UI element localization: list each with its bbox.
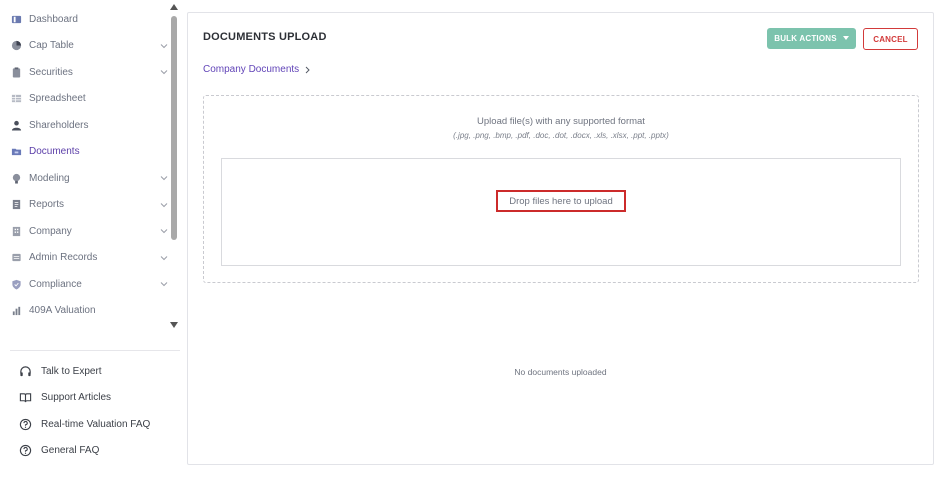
question-circle-icon <box>18 444 32 458</box>
chevron-right-icon <box>304 66 311 74</box>
sidebar-item-label: Reports <box>29 199 65 211</box>
file-drop-area[interactable]: Drop files here to upload <box>221 158 901 266</box>
sidebar-item-label: Securities <box>29 66 73 78</box>
book-icon <box>18 391 32 405</box>
help-item-label: Support Articles <box>41 392 112 404</box>
sidebar-item-label: Spreadsheet <box>29 93 86 105</box>
breadcrumb[interactable]: Company Documents <box>203 64 311 75</box>
empty-state-message: No documents uploaded <box>514 367 607 377</box>
help-item-label: Real-time Valuation FAQ <box>41 418 151 430</box>
chevron-down-icon[interactable] <box>160 42 168 50</box>
bulk-actions-label: BULK ACTIONS <box>774 34 837 43</box>
sidebar-nav: Dashboard Cap Table Securities Spreadshe… <box>0 6 172 324</box>
chevron-down-icon[interactable] <box>160 227 168 235</box>
sidebar-divider <box>10 350 180 351</box>
help-item-support-articles[interactable]: Support Articles <box>18 385 150 412</box>
scroll-down-arrow-icon[interactable] <box>170 322 178 328</box>
documents-upload-panel: DOCUMENTS UPLOAD BULK ACTIONS CANCEL Com… <box>187 12 934 465</box>
admin-records-icon <box>10 252 22 264</box>
sidebar-item-label: Documents <box>29 146 80 158</box>
sidebar-item-label: Shareholders <box>29 119 89 131</box>
user-icon <box>10 119 22 131</box>
page-title: DOCUMENTS UPLOAD <box>203 31 327 43</box>
chevron-down-icon[interactable] <box>160 68 168 76</box>
pie-chart-icon <box>10 40 22 52</box>
sidebar-item-label: Cap Table <box>29 40 74 52</box>
lightbulb-icon <box>10 172 22 184</box>
sidebar-item-admin-records[interactable]: Admin Records <box>0 245 172 272</box>
sidebar-item-securities[interactable]: Securities <box>0 59 172 86</box>
sidebar-item-label: 409A Valuation <box>29 305 96 317</box>
help-item-general-faq[interactable]: General FAQ <box>18 438 150 465</box>
scroll-up-arrow-icon[interactable] <box>170 4 178 10</box>
sidebar-item-reports[interactable]: Reports <box>0 192 172 219</box>
cancel-button[interactable]: CANCEL <box>863 28 918 50</box>
drop-files-label: Drop files here to upload <box>496 190 626 212</box>
sidebar-item-documents[interactable]: Documents <box>0 139 172 166</box>
sidebar-item-label: Dashboard <box>29 13 78 25</box>
sidebar-item-dashboard[interactable]: Dashboard <box>0 6 172 33</box>
folder-icon <box>10 146 22 158</box>
chevron-down-icon[interactable] <box>160 254 168 262</box>
chevron-down-icon[interactable] <box>160 201 168 209</box>
sidebar-item-company[interactable]: Company <box>0 218 172 245</box>
help-item-label: General FAQ <box>41 445 100 457</box>
sidebar-item-shareholders[interactable]: Shareholders <box>0 112 172 139</box>
help-item-talk-to-expert[interactable]: Talk to Expert <box>18 358 150 385</box>
upload-zone: Upload file(s) with any supported format… <box>203 95 919 283</box>
clipboard-icon <box>10 66 22 78</box>
headphones-icon <box>18 364 32 378</box>
report-icon <box>10 199 22 211</box>
bulk-actions-button[interactable]: BULK ACTIONS <box>767 28 856 49</box>
sidebar-item-409a-valuation[interactable]: 409A Valuation <box>0 298 172 325</box>
chevron-down-icon[interactable] <box>160 280 168 288</box>
shield-icon <box>10 278 22 290</box>
breadcrumb-company-documents[interactable]: Company Documents <box>203 64 299 75</box>
help-item-real-time-valuation-faq[interactable]: Real-time Valuation FAQ <box>18 411 150 438</box>
sidebar-scrollbar[interactable] <box>170 4 178 328</box>
sidebar-item-cap-table[interactable]: Cap Table <box>0 33 172 60</box>
chevron-down-icon[interactable] <box>160 174 168 182</box>
sidebar-item-spreadsheet[interactable]: Spreadsheet <box>0 86 172 113</box>
sidebar: Dashboard Cap Table Securities Spreadshe… <box>0 0 182 478</box>
building-icon <box>10 225 22 237</box>
sidebar-item-label: Modeling <box>29 172 70 184</box>
sidebar-item-label: Compliance <box>29 278 82 290</box>
sidebar-item-label: Admin Records <box>29 252 98 264</box>
sidebar-item-compliance[interactable]: Compliance <box>0 271 172 298</box>
question-circle-icon <box>18 417 32 431</box>
help-item-label: Talk to Expert <box>41 365 102 377</box>
upload-instructions: Upload file(s) with any supported format <box>477 116 645 127</box>
spreadsheet-icon <box>10 93 22 105</box>
supported-formats: (.jpg, .png, .bmp, .pdf, .doc, .dot, .do… <box>453 131 669 140</box>
sidebar-item-modeling[interactable]: Modeling <box>0 165 172 192</box>
help-links: Talk to Expert Support Articles Real-tim… <box>18 358 150 464</box>
caret-down-icon <box>842 35 849 40</box>
dashboard-icon <box>10 13 22 25</box>
scroll-thumb[interactable] <box>171 16 177 240</box>
sidebar-item-label: Company <box>29 225 72 237</box>
valuation-chart-icon <box>10 305 22 317</box>
